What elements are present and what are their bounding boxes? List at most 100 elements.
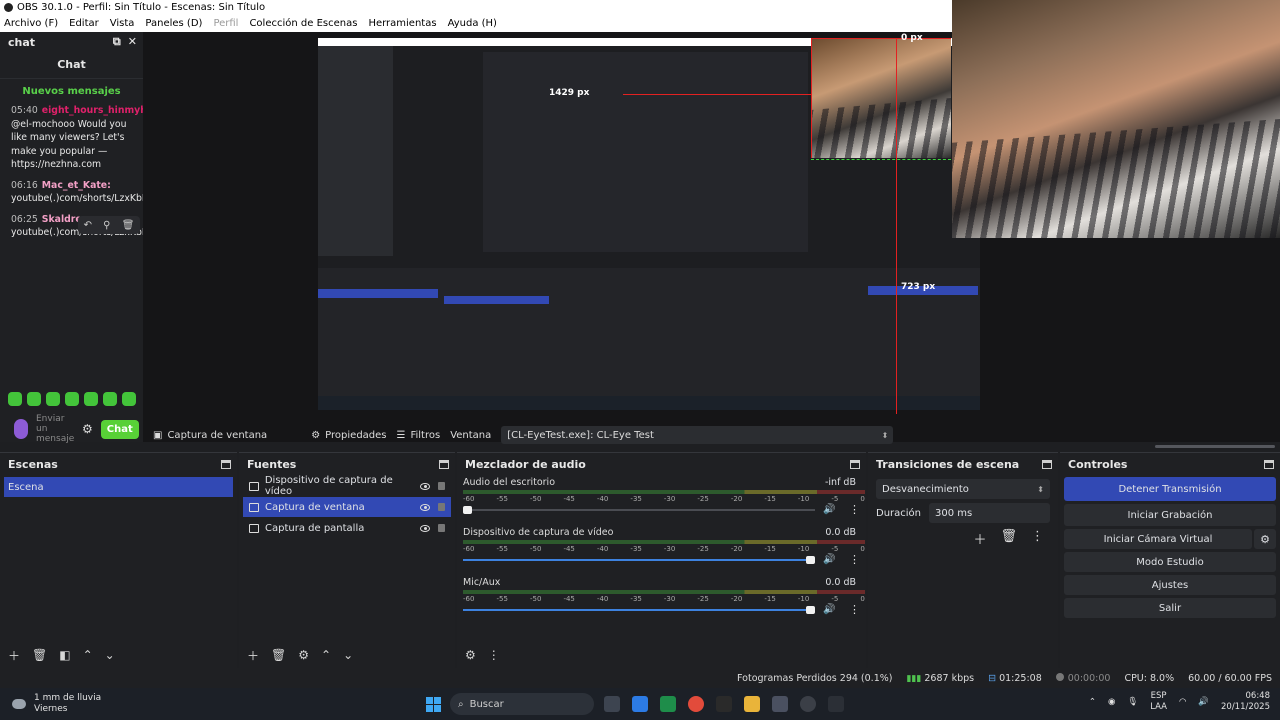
menu-dots-icon[interactable]: ⋮: [1031, 529, 1044, 548]
menu-dots-icon[interactable]: ⋮: [849, 603, 860, 616]
emote-icon[interactable]: [103, 392, 117, 406]
volume-icon[interactable]: 🔊: [1198, 697, 1209, 707]
scene-item[interactable]: Escena: [4, 477, 233, 497]
pin-icon[interactable]: ⚲: [103, 220, 110, 231]
menu-help[interactable]: Ayuda (H): [448, 18, 497, 29]
delete-icon[interactable]: 🗑: [122, 220, 135, 231]
chevron-down-icon[interactable]: ⌄: [105, 648, 115, 662]
menu-profile[interactable]: Perfil: [213, 18, 238, 29]
lock-icon[interactable]: [438, 524, 445, 532]
message-user[interactable]: eight_hours_hinmyhe: [42, 105, 153, 116]
menu-scene-collection[interactable]: Colección de Escenas: [249, 18, 357, 29]
gear-icon[interactable]: ⚙: [298, 648, 309, 662]
float-dock-icon[interactable]: [1264, 459, 1274, 469]
reply-icon[interactable]: ↶: [84, 220, 92, 231]
filters-button[interactable]: ☰ Filtros: [397, 430, 441, 441]
filter-icon[interactable]: ◧: [59, 648, 70, 662]
menu-file[interactable]: Archivo (F): [4, 18, 58, 29]
float-dock-icon[interactable]: [221, 459, 231, 469]
microphone-icon[interactable]: [14, 419, 28, 439]
message-user[interactable]: Mac_et_Kate:: [42, 180, 111, 191]
settings-button[interactable]: Ajustes: [1064, 575, 1276, 595]
lock-icon[interactable]: [438, 503, 445, 511]
app-tray-icon[interactable]: ◉: [1108, 697, 1115, 707]
excel-icon[interactable]: [660, 696, 676, 712]
delete-icon[interactable]: 🗑: [271, 648, 286, 662]
float-dock-icon[interactable]: [439, 459, 449, 469]
gear-icon[interactable]: ⚙: [1254, 529, 1276, 549]
chat-input[interactable]: Enviar un mensaje: [36, 414, 76, 444]
task-view-icon[interactable]: [604, 696, 620, 712]
emote-icon[interactable]: [8, 392, 22, 406]
mic-tray-icon[interactable]: 🎙: [1127, 697, 1138, 707]
gear-icon[interactable]: ⚙: [82, 422, 93, 436]
eye-icon[interactable]: [420, 503, 430, 511]
slider-handle[interactable]: [806, 556, 815, 564]
duration-input[interactable]: 300 ms: [929, 503, 1050, 523]
slider-handle[interactable]: [463, 506, 472, 514]
menu-tools[interactable]: Herramientas: [368, 18, 436, 29]
speaker-icon[interactable]: 🔊: [823, 604, 835, 615]
float-dock-icon[interactable]: [1042, 459, 1052, 469]
volume-slider[interactable]: [463, 506, 815, 514]
menu-view[interactable]: Vista: [110, 18, 135, 29]
epic-games-icon[interactable]: [716, 696, 732, 712]
emote-icon[interactable]: [84, 392, 98, 406]
float-dock-icon[interactable]: ⧉: [113, 35, 121, 49]
slider-handle[interactable]: [806, 606, 815, 614]
volume-slider[interactable]: [463, 606, 815, 614]
source-item[interactable]: Captura de pantalla: [243, 518, 451, 538]
add-icon[interactable]: ＋: [973, 529, 986, 548]
obs-icon[interactable]: [800, 696, 816, 712]
weather-widget[interactable]: 1 mm de lluvia Viernes: [12, 693, 101, 715]
volume-slider[interactable]: [463, 556, 815, 564]
float-dock-icon[interactable]: [850, 459, 860, 469]
lock-icon[interactable]: [438, 482, 445, 490]
transition-select[interactable]: Desvanecimiento ⬍: [876, 479, 1050, 499]
properties-button[interactable]: ⚙ Propiedades: [311, 430, 386, 441]
close-icon[interactable]: ✕: [128, 35, 137, 49]
chat-send-button[interactable]: Chat: [100, 419, 139, 439]
emote-icon[interactable]: [27, 392, 41, 406]
speaker-icon[interactable]: 🔊: [823, 504, 835, 515]
store-icon[interactable]: [632, 696, 648, 712]
advanced-audio-icon[interactable]: ⚙: [465, 648, 476, 662]
windows-start-icon[interactable]: [426, 697, 441, 712]
start-recording-button[interactable]: Iniciar Grabación: [1064, 504, 1276, 526]
emote-icon[interactable]: [65, 392, 79, 406]
chevron-up-icon[interactable]: ⌃: [1089, 697, 1096, 707]
app-icon[interactable]: [772, 696, 788, 712]
menu-dots-icon[interactable]: ⋮: [849, 503, 860, 516]
delete-icon[interactable]: 🗑: [1000, 529, 1017, 548]
menu-dots-icon[interactable]: ⋮: [849, 553, 860, 566]
menu-edit[interactable]: Editar: [69, 18, 99, 29]
source-item[interactable]: Dispositivo de captura de vídeo: [243, 475, 451, 497]
add-icon[interactable]: ＋: [8, 647, 20, 664]
clock[interactable]: 06:48 20/11/2025: [1221, 691, 1270, 713]
chrome-icon[interactable]: [688, 696, 704, 712]
app-icon[interactable]: [828, 696, 844, 712]
add-icon[interactable]: ＋: [247, 647, 259, 664]
eye-icon[interactable]: [420, 482, 431, 490]
chevron-up-icon[interactable]: ⌃: [83, 648, 93, 662]
eye-icon[interactable]: [420, 524, 430, 532]
chevron-up-icon[interactable]: ⌃: [321, 648, 331, 662]
taskbar-search[interactable]: ⌕ Buscar: [450, 693, 594, 715]
language-indicator[interactable]: ESP LAA: [1150, 691, 1167, 713]
exit-button[interactable]: Salir: [1064, 598, 1276, 618]
start-virtual-cam-button[interactable]: Iniciar Cámara Virtual: [1064, 529, 1252, 549]
emote-icon[interactable]: [46, 392, 60, 406]
menu-docks[interactable]: Paneles (D): [145, 18, 202, 29]
window-select[interactable]: [CL-EyeTest.exe]: CL-Eye Test ⬍: [501, 426, 894, 444]
speaker-icon[interactable]: 🔊: [823, 554, 835, 565]
delete-icon[interactable]: 🗑: [32, 648, 47, 662]
chevron-down-icon[interactable]: ⌄: [343, 648, 353, 662]
menu-dots-icon[interactable]: ⋮: [488, 648, 500, 662]
file-explorer-icon[interactable]: [744, 696, 760, 712]
emote-icon[interactable]: [122, 392, 136, 406]
source-item[interactable]: Captura de ventana: [243, 497, 451, 517]
wifi-icon[interactable]: ◠: [1179, 697, 1186, 707]
studio-mode-button[interactable]: Modo Estudio: [1064, 552, 1276, 572]
preview-area[interactable]: 0 px 1429 px 723 px: [143, 0, 1280, 448]
stop-stream-button[interactable]: Detener Transmisión: [1064, 477, 1276, 501]
